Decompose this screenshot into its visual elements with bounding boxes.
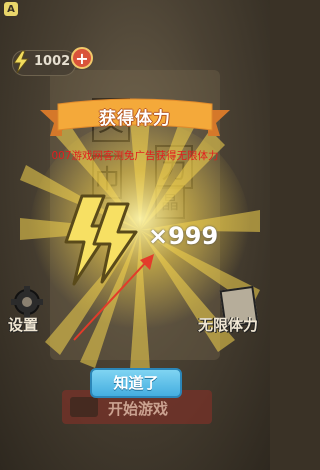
ok-button[interactable]: 知道了 [90,368,182,398]
reward-multiplier: ×999 [148,222,219,250]
start-game-label: 开始游戏 [108,400,169,418]
watermark-text: 007游戏网客测免广告获得无限体力 [51,150,219,162]
energy-count: 1002 [34,54,71,69]
free-energy-button[interactable]: 无限体力 [198,314,258,335]
popup-title: 获得体力 [99,109,171,129]
add-energy-button[interactable]: + [71,47,93,69]
corner-badge: A [4,2,18,16]
arrow-annotation [73,254,154,341]
energy-bolt-icon [13,50,30,74]
start-game-icon [70,397,98,417]
settings-button[interactable]: 设置 [8,314,38,335]
